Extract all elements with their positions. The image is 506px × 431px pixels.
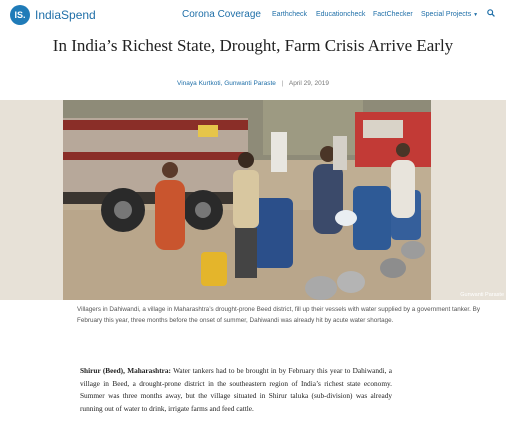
- article-title: In India’s Richest State, Drought, Farm …: [52, 36, 454, 55]
- nav-educationcheck[interactable]: Educationcheck: [316, 11, 365, 18]
- nav-earthcheck[interactable]: Earthcheck: [272, 11, 307, 18]
- site-logo[interactable]: IS. IndiaSpend: [10, 5, 96, 25]
- byline: Vinaya Kurtkoti, Gunwanti Paraste | Apri…: [0, 80, 506, 87]
- nav-factchecker[interactable]: FactChecker: [373, 11, 413, 18]
- photo-fade-right: [431, 100, 506, 300]
- search-icon[interactable]: [487, 9, 495, 17]
- site-header: IS. IndiaSpend Corona Coverage Earthchec…: [0, 0, 506, 30]
- article-body: Shirur (Beed), Maharashtra: Water tanker…: [80, 365, 392, 415]
- author-link[interactable]: Vinaya Kurtkoti, Gunwanti Paraste: [177, 80, 276, 87]
- chevron-down-icon: ▼: [473, 12, 479, 18]
- article-dateline: Shirur (Beed), Maharashtra:: [80, 366, 171, 375]
- logo-text: IndiaSpend: [35, 8, 96, 22]
- photo-credit: Gunwanti Paraste: [460, 292, 504, 298]
- nav-corona-coverage[interactable]: Corona Coverage: [182, 9, 261, 20]
- logo-badge: IS.: [10, 5, 30, 25]
- nav-special-projects-label: Special Projects: [421, 11, 472, 18]
- hero-photo: Gunwanti Paraste: [0, 100, 506, 300]
- publish-date: April 29, 2019: [288, 80, 329, 87]
- photo-caption: Villagers in Dahiwandi, a village in Mah…: [77, 306, 480, 324]
- nav-special-projects[interactable]: Special Projects ▼: [421, 11, 478, 18]
- hero-photo-image: [63, 100, 431, 300]
- byline-separator: |: [281, 80, 284, 87]
- photo-fade-left: [0, 100, 63, 300]
